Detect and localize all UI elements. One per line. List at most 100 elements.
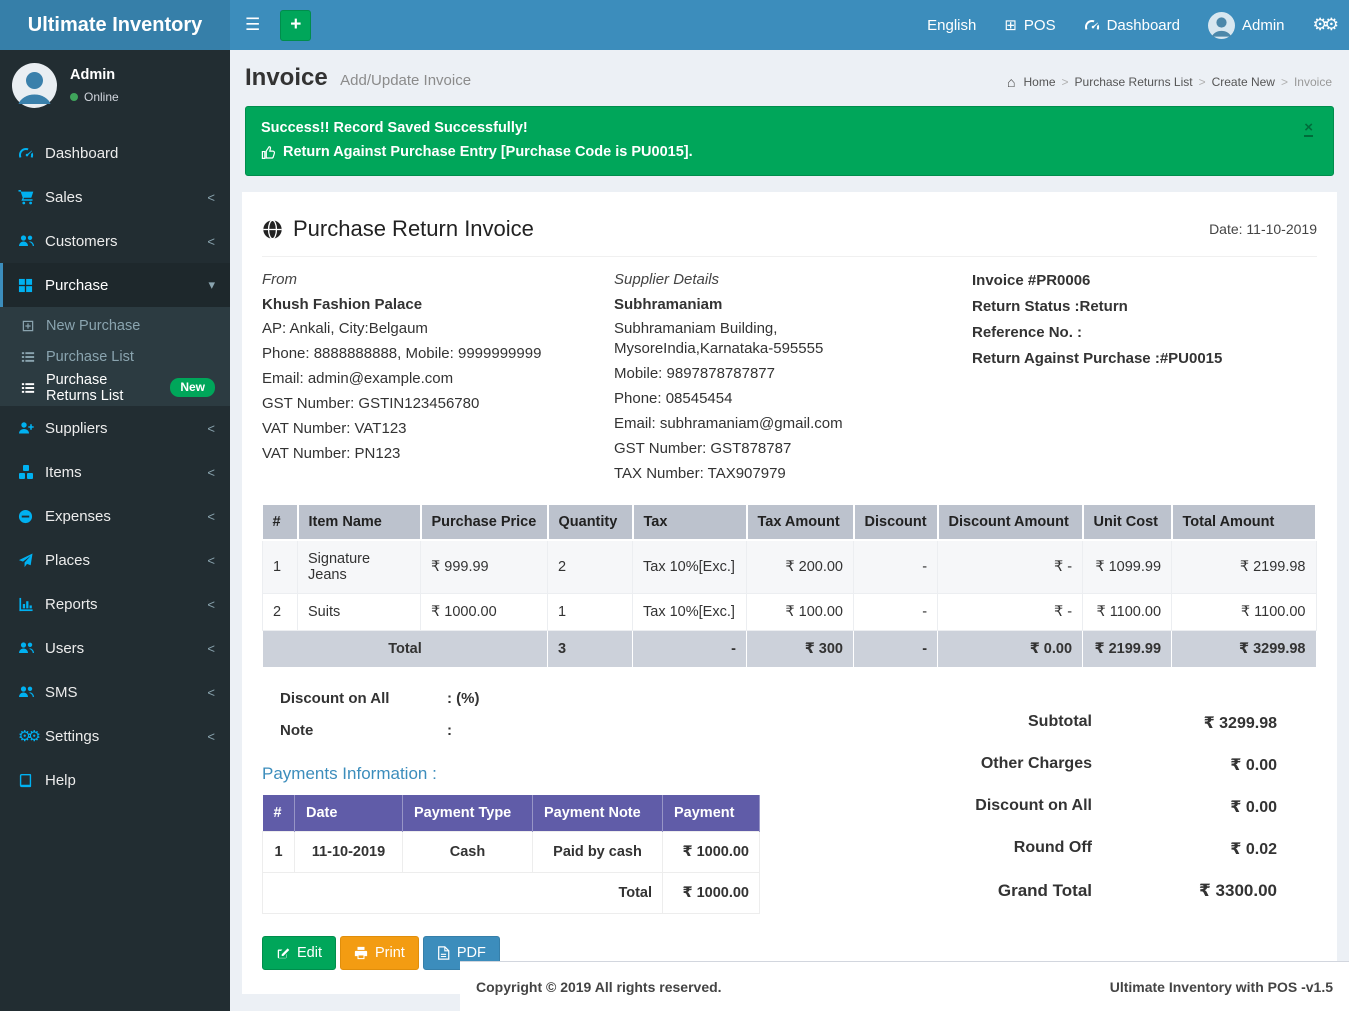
invoice-panel: Purchase Return Invoice Date: 11-10-2019… xyxy=(242,192,1337,994)
user-avatar-icon xyxy=(1208,12,1235,39)
user-menu[interactable]: Admin xyxy=(1194,0,1299,50)
payments-heading: Payments Information : xyxy=(262,764,762,784)
cell-payment-note: Paid by cash xyxy=(533,832,663,873)
chevron-icon: < xyxy=(207,190,215,205)
list-icon xyxy=(21,381,46,395)
cell-item-name: Suits xyxy=(298,594,421,631)
sidebar-item-label: Settings xyxy=(45,728,99,745)
copyright-text: Copyright © 2019 All rights reserved. xyxy=(476,979,722,995)
bar-chart-icon xyxy=(18,597,45,612)
pos-link[interactable]: ⊞ POS xyxy=(990,0,1069,50)
col-header-purchase-price: Purchase Price xyxy=(421,505,548,540)
pdf-button-label: PDF xyxy=(457,945,486,961)
payments-total-row: Total ₹ 1000.00 xyxy=(263,873,760,914)
breadcrumb: ⌂ Home > Purchase Returns List > Create … xyxy=(1007,74,1332,90)
success-alert: Success!! Record Saved Successfully! Ret… xyxy=(245,106,1334,176)
print-button[interactable]: Print xyxy=(340,936,419,970)
language-menu[interactable]: English xyxy=(913,0,990,50)
summary-grand-total: Grand Total ₹ 3300.00 xyxy=(917,870,1277,912)
close-icon[interactable]: × xyxy=(1304,120,1313,137)
print-button-label: Print xyxy=(375,945,405,961)
sidebar-avatar xyxy=(12,63,57,108)
col-header-index: # xyxy=(263,795,295,832)
breadcrumb-purchase-returns-list[interactable]: Purchase Returns List xyxy=(1075,75,1193,89)
from-label: From xyxy=(262,271,614,288)
total-tax: - xyxy=(633,631,747,668)
sidebar-item-purchase-list[interactable]: Purchase List xyxy=(0,341,230,372)
summary-label: Round Off xyxy=(917,839,1092,859)
sidebar-item-label: Dashboard xyxy=(45,145,118,162)
sidebar-toggle-icon[interactable]: ☰ xyxy=(230,0,275,50)
summary-label: Subtotal xyxy=(917,713,1092,733)
sidebar-item-help[interactable]: Help xyxy=(0,758,230,802)
sidebar-item-label: Suppliers xyxy=(45,420,108,437)
sidebar-item-expenses[interactable]: Expenses < xyxy=(0,494,230,538)
col-header-discount-amount: Discount Amount xyxy=(938,505,1083,540)
supplier-email: Email: subhramaniam@gmail.com xyxy=(614,414,914,434)
edit-button[interactable]: Edit xyxy=(262,936,336,970)
table-row: 1 Signature Jeans ₹ 999.99 2 Tax 10%[Exc… xyxy=(263,540,1317,594)
sidebar-item-settings[interactable]: ⚙⚙ Settings < xyxy=(0,714,230,758)
breadcrumb-create-new[interactable]: Create New xyxy=(1212,75,1275,89)
globe-icon xyxy=(262,219,283,240)
cell-total-amount: ₹ 1100.00 xyxy=(1172,594,1316,631)
from-block: From Khush Fashion Palace AP: Ankali, Ci… xyxy=(262,271,614,489)
col-header-discount: Discount xyxy=(854,505,938,540)
total-discount: - xyxy=(854,631,938,668)
sidebar-item-items[interactable]: Items < xyxy=(0,450,230,494)
col-header-total-amount: Total Amount xyxy=(1172,505,1316,540)
sidebar-item-sales[interactable]: Sales < xyxy=(0,175,230,219)
brand-logo[interactable]: Ultimate Inventory xyxy=(0,0,230,50)
summary-value: ₹ 3299.98 xyxy=(1092,713,1277,733)
sidebar-item-purchase-returns-list[interactable]: Purchase Returns List New xyxy=(0,372,230,403)
thumbs-up-icon xyxy=(261,145,276,160)
summary-label: Discount on All xyxy=(917,797,1092,817)
content-wrapper: Invoice Add/Update Invoice ⌂ Home > Purc… xyxy=(230,50,1349,1011)
payments-table: # Date Payment Type Payment Note Payment… xyxy=(262,795,760,914)
breadcrumb-home[interactable]: Home xyxy=(1023,75,1055,89)
note-value: : xyxy=(447,722,452,739)
sidebar-item-reports[interactable]: Reports < xyxy=(0,582,230,626)
sidebar-item-label: Users xyxy=(45,640,84,657)
settings-menu[interactable]: ⚙⚙ xyxy=(1299,0,1349,50)
sidebar-item-suppliers[interactable]: Suppliers < xyxy=(0,406,230,450)
sidebar: Admin Online Dashboard Sales < C xyxy=(0,50,230,1011)
sidebar-item-places[interactable]: Places < xyxy=(0,538,230,582)
alert-message: Success!! Record Saved Successfully! xyxy=(261,120,1318,136)
cell-payment-type: Cash xyxy=(403,832,533,873)
table-row: 2 Suits ₹ 1000.00 1 Tax 10%[Exc.] ₹ 100.… xyxy=(263,594,1317,631)
sidebar-item-label: Purchase List xyxy=(46,349,134,365)
user-plus-icon xyxy=(18,420,45,436)
cell-index: 1 xyxy=(263,832,295,873)
tachometer-icon xyxy=(1084,17,1100,33)
sidebar-item-purchase[interactable]: Purchase ▾ xyxy=(0,263,230,307)
paper-plane-icon xyxy=(18,553,45,568)
sidebar-item-dashboard[interactable]: Dashboard xyxy=(0,131,230,175)
content-header: Invoice Add/Update Invoice ⌂ Home > Purc… xyxy=(230,50,1349,98)
book-icon xyxy=(18,773,45,788)
summary-discount-on-all: Discount on All ₹ 0.00 xyxy=(917,786,1277,828)
quick-add-button[interactable]: + xyxy=(280,10,311,41)
col-header-tax: Tax xyxy=(633,505,747,540)
purchase-submenu: New Purchase Purchase List Purchase Retu… xyxy=(0,307,230,406)
sidebar-item-sms[interactable]: SMS < xyxy=(0,670,230,714)
dashboard-link[interactable]: Dashboard xyxy=(1070,0,1194,50)
table-row: 1 11-10-2019 Cash Paid by cash ₹ 1000.00 xyxy=(263,832,760,873)
payments-header-row: # Date Payment Type Payment Note Payment xyxy=(263,795,760,832)
from-gst: GST Number: GSTIN123456780 xyxy=(262,394,614,414)
sidebar-item-label: Purchase xyxy=(45,277,108,294)
from-vat: VAT Number: VAT123 xyxy=(262,419,614,439)
invoice-title: Purchase Return Invoice xyxy=(293,216,534,242)
sidebar-item-new-purchase[interactable]: New Purchase xyxy=(0,310,230,341)
col-header-payment: Payment xyxy=(663,795,760,832)
from-address: AP: Ankali, City:Belgaum xyxy=(262,319,614,339)
sidebar-item-users[interactable]: Users < xyxy=(0,626,230,670)
users-icon xyxy=(18,233,45,249)
chevron-icon: < xyxy=(207,641,215,656)
navbar-main: ☰ + English ⊞ POS Dashboard Admin xyxy=(230,0,1349,50)
sidebar-item-customers[interactable]: Customers < xyxy=(0,219,230,263)
page-footer: Copyright © 2019 All rights reserved. Ul… xyxy=(460,961,1349,1011)
cell-unit-cost: ₹ 1100.00 xyxy=(1083,594,1172,631)
totals-summary: Subtotal ₹ 3299.98 Other Charges ₹ 0.00 … xyxy=(917,684,1317,970)
chevron-icon: < xyxy=(207,685,215,700)
